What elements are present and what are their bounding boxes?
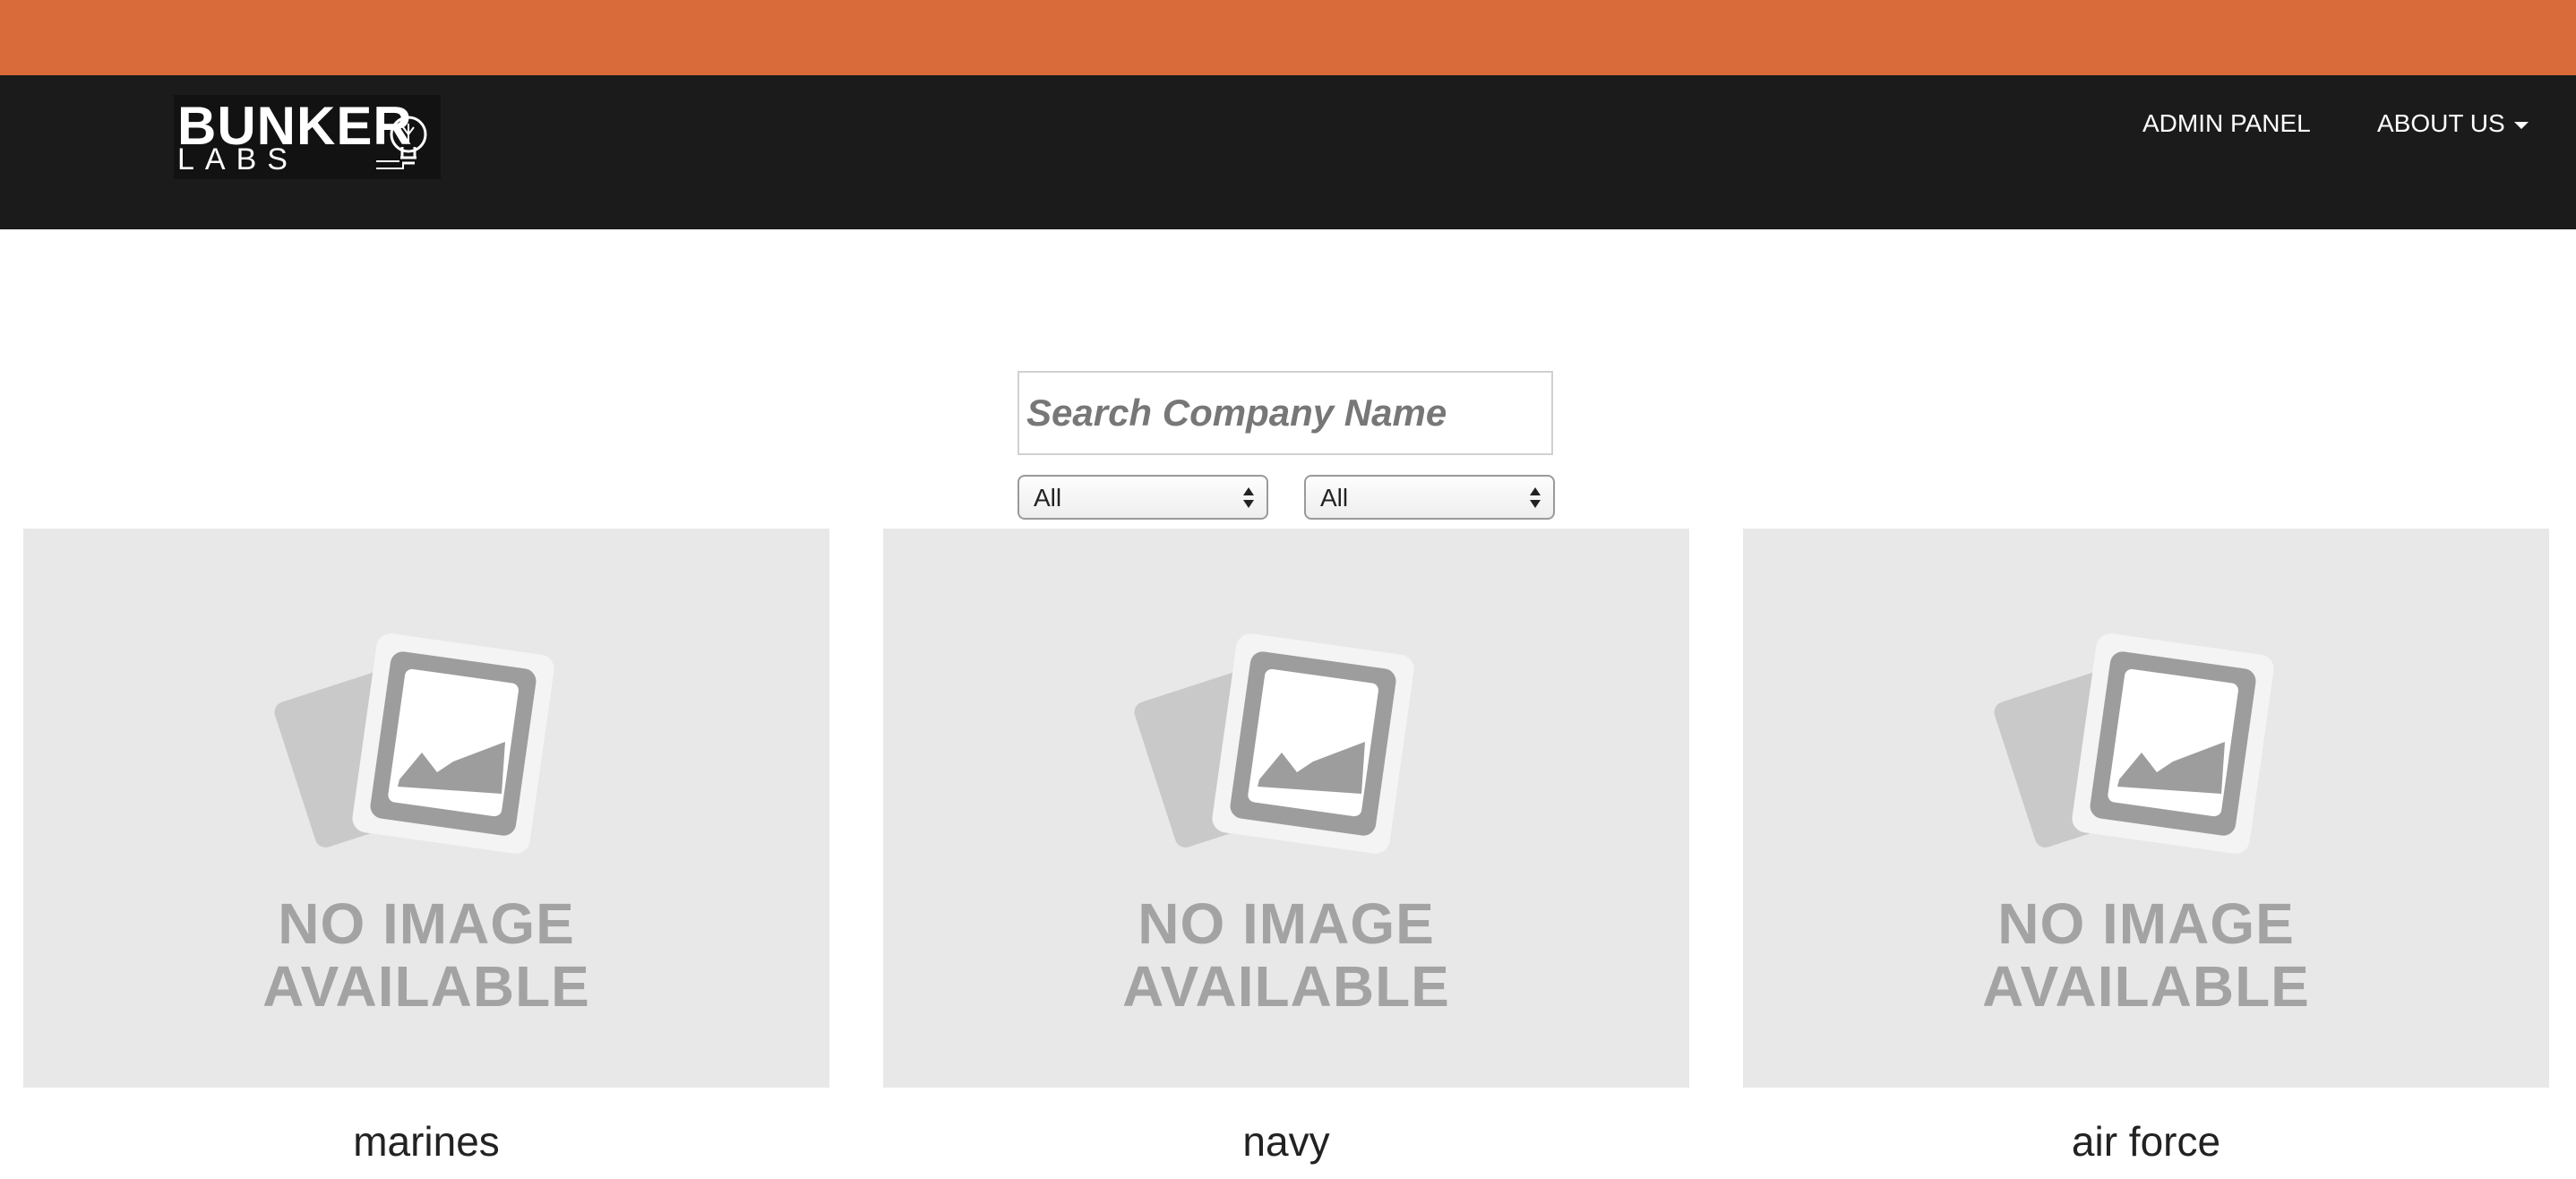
company-name[interactable]: marines <box>23 1116 829 1166</box>
nav-admin-panel[interactable]: ADMIN PANEL <box>2142 106 2311 142</box>
company-card: NO IMAGE AVAILABLE marines <box>23 529 829 1165</box>
filter-select-2-value: All <box>1320 484 1349 512</box>
nav-about-us-dropdown[interactable]: ABOUT US <box>2377 106 2529 142</box>
company-name[interactable]: navy <box>883 1116 1689 1166</box>
company-image-placeholder[interactable]: NO IMAGE AVAILABLE <box>1743 529 2549 1088</box>
no-image-text: NO IMAGE <box>1997 891 2295 956</box>
company-name[interactable]: air force <box>1743 1116 2549 1166</box>
filter-select-1-value: All <box>1034 484 1062 512</box>
lightbulb-icon <box>376 116 427 169</box>
company-card: NO IMAGE AVAILABLE air force <box>1743 529 2549 1165</box>
bunker-labs-logo[interactable]: BUNKER LABS <box>174 95 441 179</box>
no-image-text: NO IMAGE <box>1138 891 1435 956</box>
nav-admin-panel-label: ADMIN PANEL <box>2142 109 2311 137</box>
filter-select-1[interactable]: All <box>1018 475 1268 520</box>
caret-down-icon <box>2513 121 2529 129</box>
company-image-placeholder[interactable]: NO IMAGE AVAILABLE <box>883 529 1689 1088</box>
image-placeholder-icon <box>1994 633 2274 854</box>
nav-about-us-label: ABOUT US <box>2377 109 2505 137</box>
company-image-placeholder[interactable]: NO IMAGE AVAILABLE <box>23 529 829 1088</box>
search-company-input[interactable] <box>1018 371 1553 455</box>
navbar: BUNKER LABS ADMIN PANEL ABOUT US <box>0 75 2576 229</box>
no-image-text: NO IMAGE <box>278 891 575 956</box>
select-arrows-icon <box>1243 486 1256 511</box>
no-image-text: AVAILABLE <box>1982 954 2310 1019</box>
logo-text-labs: LABS <box>177 142 298 176</box>
filter-select-2[interactable]: All <box>1304 475 1555 520</box>
no-image-text: AVAILABLE <box>262 954 590 1019</box>
image-placeholder-icon <box>274 633 554 854</box>
company-card: NO IMAGE AVAILABLE navy <box>883 529 1689 1165</box>
no-image-text: AVAILABLE <box>1122 954 1450 1019</box>
top-accent-stripe <box>0 0 2576 75</box>
select-arrows-icon <box>1530 486 1542 511</box>
image-placeholder-icon <box>1134 633 1414 854</box>
